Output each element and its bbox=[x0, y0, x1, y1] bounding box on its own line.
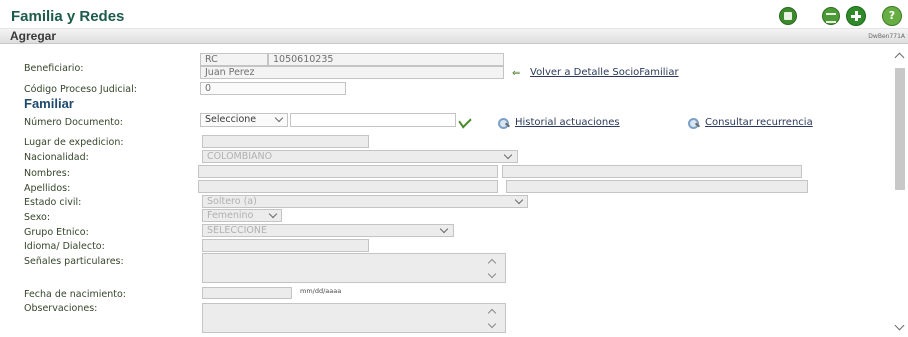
beneficiario-name: Juan Perez bbox=[200, 66, 504, 79]
add-icon[interactable] bbox=[846, 6, 866, 26]
primer-nombre-field[interactable] bbox=[198, 165, 498, 178]
estado-civil-label: Estado civil: bbox=[24, 197, 82, 208]
beneficiario-label: Beneficiario: bbox=[24, 63, 84, 74]
scroll-up-icon[interactable] bbox=[894, 52, 905, 63]
chevron-down-icon[interactable] bbox=[487, 269, 497, 279]
doc-type-select-value: Seleccione bbox=[205, 114, 257, 125]
back-to-detail-link[interactable]: Volver a Detalle SocioFamiliar bbox=[530, 67, 679, 78]
back-arrow-icon[interactable]: ⇐ bbox=[512, 68, 520, 79]
apellidos-label: Apellidos: bbox=[24, 183, 71, 194]
grupo-etnico-value: SELECCIONE bbox=[207, 225, 267, 236]
sexo-select[interactable]: Femenino bbox=[202, 209, 282, 222]
idioma-field[interactable] bbox=[202, 239, 369, 252]
section-bar: Agregar DwBen771A bbox=[0, 29, 908, 44]
search-icon[interactable] bbox=[688, 116, 702, 129]
grupo-etnico-label: Grupo Etnico: bbox=[24, 227, 89, 238]
app-title: Familia y Redes bbox=[11, 8, 125, 25]
senales-spinner[interactable] bbox=[487, 257, 499, 281]
idioma-label: Idioma/ Dialecto: bbox=[24, 241, 105, 252]
chevron-up-icon[interactable] bbox=[487, 308, 497, 318]
familiar-heading: Familiar bbox=[24, 96, 74, 111]
nacionalidad-value: COLOMBIANO bbox=[207, 151, 273, 162]
doc-type-select[interactable]: Seleccione bbox=[200, 113, 288, 127]
grid-icon[interactable] bbox=[822, 7, 840, 25]
segundo-apellido-field[interactable] bbox=[506, 180, 808, 193]
estado-civil-value: Soltero (a) bbox=[207, 196, 257, 207]
vertical-scrollbar[interactable] bbox=[892, 44, 908, 337]
search-icon[interactable] bbox=[498, 116, 512, 129]
grupo-etnico-select[interactable]: SELECCIONE bbox=[202, 224, 454, 237]
save-icon[interactable] bbox=[779, 7, 797, 25]
chevron-down-icon bbox=[503, 150, 513, 160]
check-icon[interactable] bbox=[458, 113, 472, 129]
section-code: DwBen771A bbox=[868, 33, 905, 40]
codigo-proceso-label: Código Proceso Judicial: bbox=[24, 84, 137, 95]
chevron-down-icon bbox=[439, 224, 449, 234]
chevron-down-icon[interactable] bbox=[487, 319, 497, 329]
scroll-down-icon[interactable] bbox=[894, 320, 905, 331]
top-bar: Familia y Redes ? bbox=[0, 0, 908, 29]
nombres-label: Nombres: bbox=[24, 168, 70, 179]
observaciones-spinner[interactable] bbox=[487, 307, 499, 331]
fecha-nacimiento-field[interactable] bbox=[202, 287, 292, 299]
fecha-nacimiento-label: Fecha de nacimiento: bbox=[24, 289, 126, 300]
lugar-expedicion-field[interactable] bbox=[202, 135, 369, 148]
lugar-expedicion-label: Lugar de expedicion: bbox=[24, 137, 124, 148]
nacionalidad-select[interactable]: COLOMBIANO bbox=[202, 150, 518, 163]
estado-civil-select[interactable]: Soltero (a) bbox=[202, 195, 528, 208]
beneficiario-doc-type: RC bbox=[200, 53, 268, 66]
chevron-up-icon[interactable] bbox=[487, 258, 497, 268]
observaciones-textarea[interactable] bbox=[202, 303, 506, 333]
nacionalidad-label: Nacionalidad: bbox=[24, 152, 89, 163]
scroll-thumb[interactable] bbox=[895, 68, 905, 190]
help-icon[interactable]: ? bbox=[882, 6, 902, 26]
historial-actuaciones-link[interactable]: Historial actuaciones bbox=[515, 117, 620, 128]
senales-label: Señales particulares: bbox=[24, 256, 124, 267]
beneficiario-doc-number: 1050610235 bbox=[268, 53, 504, 66]
observaciones-label: Observaciones: bbox=[24, 303, 98, 314]
doc-number-input[interactable] bbox=[290, 113, 456, 127]
primer-apellido-field[interactable] bbox=[198, 180, 498, 193]
codigo-proceso-field[interactable]: 0 bbox=[200, 82, 346, 95]
numero-documento-label: Número Documento: bbox=[24, 117, 123, 128]
chevron-down-icon bbox=[514, 195, 524, 205]
chevron-down-icon bbox=[274, 113, 284, 123]
chevron-down-icon bbox=[268, 209, 278, 219]
section-title: Agregar bbox=[10, 29, 57, 43]
consultar-recurrencia-link[interactable]: Consultar recurrencia bbox=[705, 117, 813, 128]
date-format-hint: mm/dd/aaaa bbox=[300, 287, 342, 295]
senales-textarea[interactable] bbox=[202, 253, 506, 283]
sexo-label: Sexo: bbox=[24, 212, 51, 223]
segundo-nombre-field[interactable] bbox=[502, 165, 802, 178]
sexo-value: Femenino bbox=[207, 210, 254, 221]
